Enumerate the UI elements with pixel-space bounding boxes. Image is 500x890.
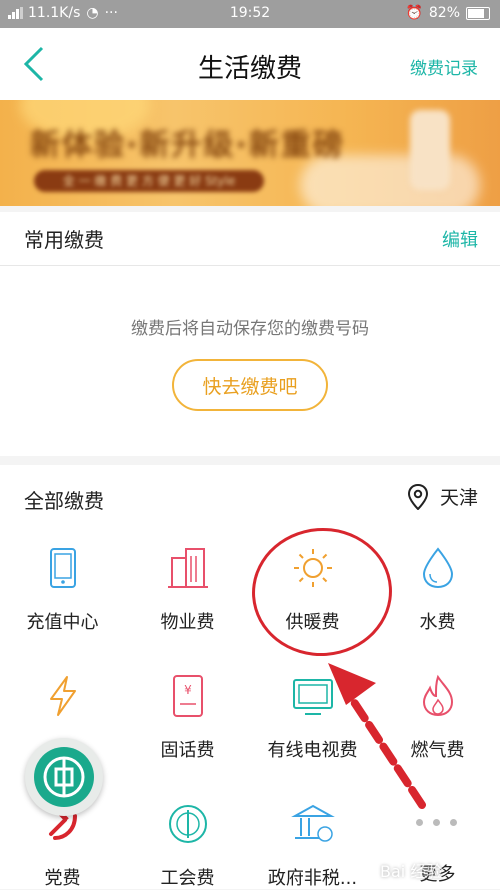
- grid-item-landline[interactable]: ¥ 固话费: [125, 674, 250, 762]
- phone-icon: [49, 548, 76, 588]
- grid-item-property[interactable]: 物业费: [125, 546, 250, 634]
- astronaut-illustration: [410, 110, 450, 190]
- battery-level: 82%: [428, 5, 460, 21]
- grid-item-recharge[interactable]: 充值中心: [0, 546, 125, 634]
- divider: [0, 265, 500, 266]
- grid-item-label: 物业费: [160, 612, 215, 633]
- banner-subtitle: 全 一 缴 费 更 方 便 更 好 Style: [34, 170, 264, 192]
- annotation-arrow-icon: [328, 663, 426, 809]
- nav-bar: 生活缴费 缴费记录: [0, 28, 500, 100]
- grid-item-government[interactable]: 政府非税...: [250, 802, 375, 890]
- grid-item-label: 工会费: [160, 868, 215, 889]
- empty-hint: 缴费后将自动保存您的缴费号码: [131, 319, 369, 339]
- union-icon: [168, 805, 207, 843]
- payment-history-link[interactable]: 缴费记录: [410, 54, 478, 79]
- floating-bank-button[interactable]: [25, 738, 103, 816]
- landline-icon: ¥: [172, 675, 203, 717]
- city-name: 天津: [439, 487, 478, 509]
- banner-headline: 新体验·新升级·新重磅: [30, 128, 345, 163]
- bank-logo-icon: [34, 747, 94, 807]
- edit-link[interactable]: 编辑: [442, 226, 478, 252]
- grid-item-union[interactable]: 工会费: [125, 802, 250, 890]
- all-payments-title: 全部缴费: [24, 489, 104, 513]
- location-pin-icon: [407, 483, 428, 510]
- watermark: Bai 经验: [380, 862, 443, 881]
- building-icon: [167, 548, 208, 588]
- grid-item-label: 固话费: [160, 740, 215, 761]
- go-pay-button[interactable]: 快去缴费吧: [172, 359, 328, 411]
- more-dots-icon: [416, 819, 457, 826]
- lightning-icon: [49, 676, 76, 716]
- grid-item-label: 水费: [419, 612, 456, 633]
- city-selector[interactable]: 天津: [407, 483, 478, 510]
- grid-item-label: 充值中心: [26, 612, 99, 633]
- battery-icon: [466, 6, 490, 20]
- svg-text:¥: ¥: [184, 683, 192, 697]
- grid-item-label: 政府非税...: [267, 868, 358, 889]
- alarm-icon: ⏰: [405, 5, 423, 21]
- grid-item-label: 党费: [44, 868, 81, 889]
- promo-banner[interactable]: 新体验·新升级·新重磅 全 一 缴 费 更 方 便 更 好 Style: [0, 100, 500, 206]
- common-payments-title: 常用缴费: [24, 228, 104, 252]
- water-drop-icon: [422, 547, 453, 589]
- grid-item-water[interactable]: 水费: [375, 546, 500, 634]
- status-bar: 11.1K/s ◔ ··· 19:52 ⏰ 82%: [0, 0, 500, 28]
- common-payments-section: 常用缴费 编辑 缴费后将自动保存您的缴费号码 快去缴费吧: [0, 212, 500, 456]
